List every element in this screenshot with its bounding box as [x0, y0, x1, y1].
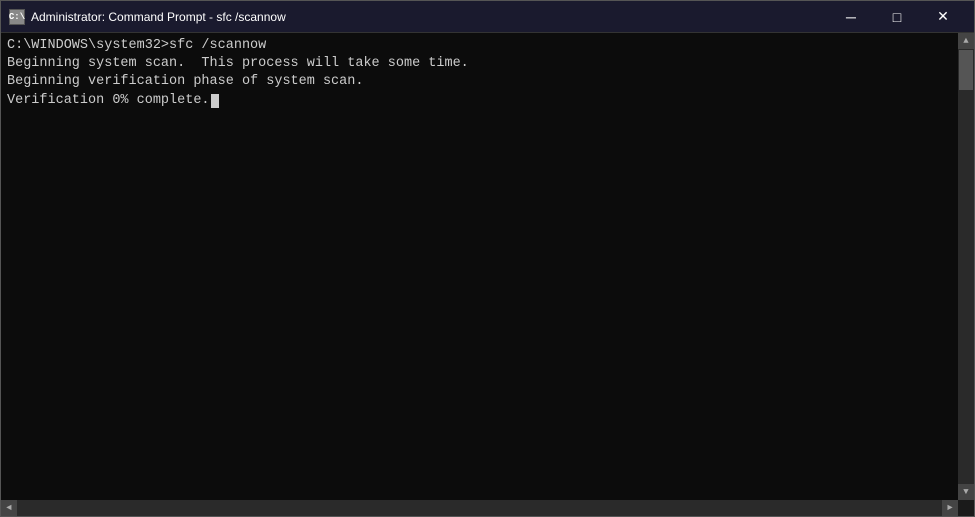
horizontal-scrollbar[interactable]: ◄ ►	[1, 500, 958, 516]
vertical-scrollbar[interactable]: ▲ ▼	[958, 33, 974, 500]
scroll-up-arrow[interactable]: ▲	[958, 33, 974, 49]
console-line: Beginning system scan. This process will…	[7, 55, 968, 73]
window: C:\ Administrator: Command Prompt - sfc …	[0, 0, 975, 517]
maximize-button[interactable]: □	[874, 1, 920, 33]
text-cursor	[211, 94, 219, 108]
console-body: C:\WINDOWS\system32>sfc /scannowBeginnin…	[1, 33, 974, 516]
window-controls: ─ □ ✕	[828, 1, 966, 33]
console-line: C:\WINDOWS\system32>sfc /scannow	[7, 37, 968, 55]
scrollbar-corner	[958, 500, 974, 516]
console-line: Verification 0% complete.	[7, 92, 968, 110]
scroll-track-vertical[interactable]	[958, 49, 974, 484]
scroll-down-arrow[interactable]: ▼	[958, 484, 974, 500]
title-bar: C:\ Administrator: Command Prompt - sfc …	[1, 1, 974, 33]
scroll-track-horizontal[interactable]	[17, 500, 942, 516]
window-title: Administrator: Command Prompt - sfc /sca…	[31, 10, 828, 24]
app-icon: C:\	[9, 9, 25, 25]
scroll-left-arrow[interactable]: ◄	[1, 500, 17, 516]
scroll-right-arrow[interactable]: ►	[942, 500, 958, 516]
scroll-thumb-vertical[interactable]	[959, 50, 973, 90]
console-line: Beginning verification phase of system s…	[7, 73, 968, 91]
close-button[interactable]: ✕	[920, 1, 966, 33]
minimize-button[interactable]: ─	[828, 1, 874, 33]
console-content: C:\WINDOWS\system32>sfc /scannowBeginnin…	[7, 37, 968, 512]
